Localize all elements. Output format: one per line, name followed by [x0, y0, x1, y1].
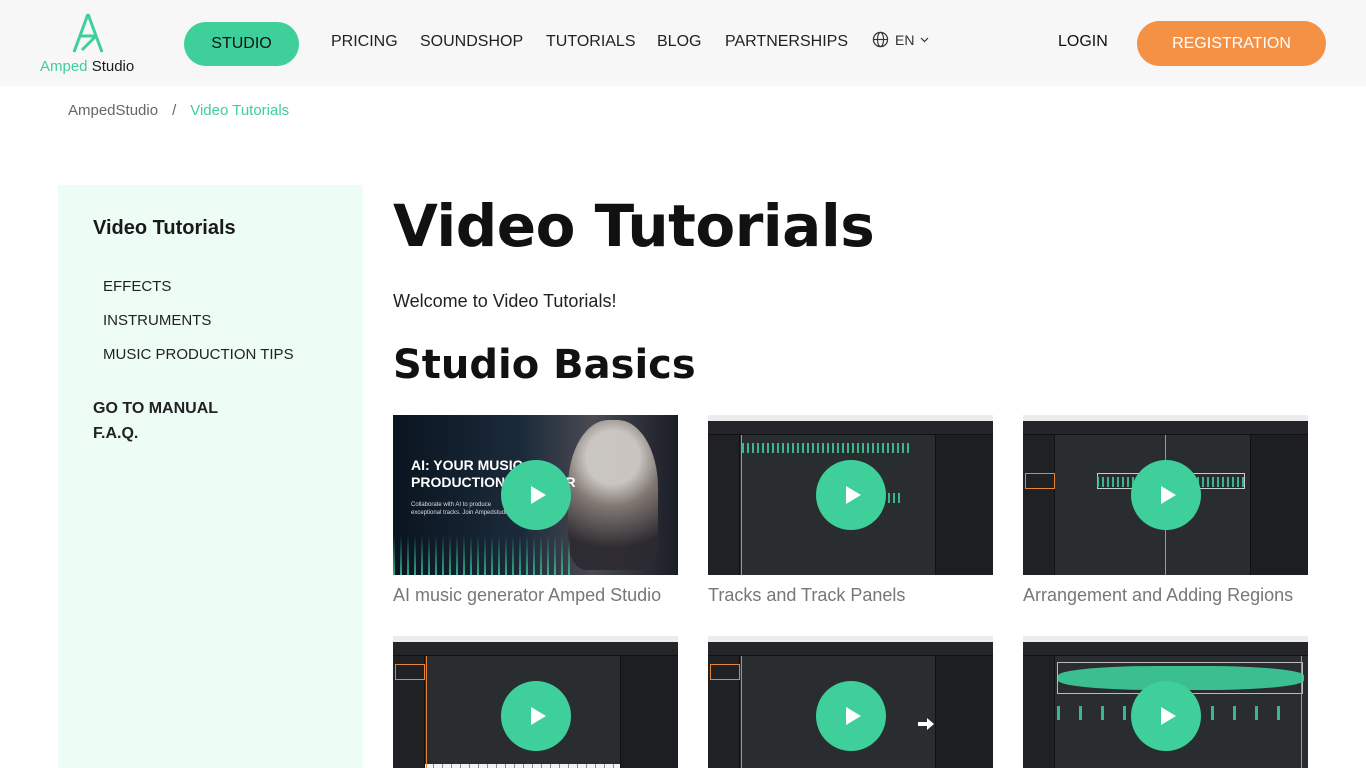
video-caption[interactable]: AI music generator Amped Studio — [393, 585, 678, 606]
site-header: Amped Studio STUDIO PRICING SOUNDSHOP TU… — [0, 0, 1366, 86]
play-icon[interactable] — [1131, 681, 1201, 751]
video-card[interactable] — [1023, 636, 1308, 768]
breadcrumb-home[interactable]: AmpedStudio — [68, 102, 158, 119]
equalizer-graphic — [393, 535, 573, 575]
sidebar: Video Tutorials EFFECTS INSTRUMENTS MUSI… — [58, 185, 363, 768]
video-thumbnail[interactable]: AI: YOUR MUSIC PRODUCTION PARTNER Collab… — [393, 415, 678, 575]
video-card[interactable] — [708, 636, 993, 768]
browser-panel — [1250, 435, 1308, 575]
browser-panel — [935, 435, 993, 575]
welcome-text: Welcome to Video Tutorials! — [393, 291, 617, 311]
sidebar-item-effects[interactable]: EFFECTS — [103, 278, 171, 295]
sidebar-item-instruments[interactable]: INSTRUMENTS — [103, 312, 211, 329]
browser-panel — [620, 656, 678, 768]
piano-keyboard — [425, 764, 620, 768]
logo[interactable]: Amped Studio — [40, 12, 140, 76]
breadcrumb-separator: / — [172, 102, 177, 119]
chevron-down-icon — [921, 37, 929, 42]
video-caption[interactable]: Arrangement and Adding Regions — [1023, 585, 1308, 606]
playhead — [741, 435, 742, 575]
robot-image — [568, 420, 658, 570]
studio-toolbar — [708, 421, 993, 435]
track-header — [710, 664, 740, 680]
track-panel — [708, 435, 740, 575]
go-to-manual-link[interactable]: GO TO MANUAL — [93, 400, 218, 418]
play-icon[interactable] — [816, 460, 886, 530]
video-thumbnail[interactable] — [708, 415, 993, 575]
registration-button[interactable]: REGISTRATION — [1137, 21, 1326, 66]
logo-text: Amped Studio — [40, 58, 135, 75]
track-panel — [1023, 435, 1055, 575]
globe-icon — [872, 31, 889, 48]
cursor-arrow-icon — [918, 718, 934, 730]
play-icon[interactable] — [501, 681, 571, 751]
studio-toolbar — [1023, 642, 1308, 656]
video-card[interactable] — [393, 636, 678, 768]
studio-toolbar — [1023, 421, 1308, 435]
video-thumbnail[interactable] — [708, 636, 993, 768]
video-caption[interactable]: Tracks and Track Panels — [708, 585, 993, 606]
play-icon[interactable] — [816, 681, 886, 751]
video-thumbnail[interactable] — [393, 636, 678, 768]
sidebar-item-music-production-tips[interactable]: MUSIC PRODUCTION TIPS — [103, 346, 294, 363]
faq-link[interactable]: F.A.Q. — [93, 425, 138, 443]
section-title: Studio Basics — [393, 342, 696, 388]
nav-partnerships[interactable]: PARTNERSHIPS — [725, 33, 848, 51]
audio-region — [742, 443, 912, 453]
video-thumbnail[interactable] — [1023, 415, 1308, 575]
logo-icon — [72, 13, 104, 53]
studio-toolbar — [708, 642, 993, 656]
play-icon[interactable] — [1131, 460, 1201, 530]
video-card[interactable]: Arrangement and Adding Regions — [1023, 415, 1308, 606]
playhead — [741, 656, 742, 768]
browser-panel — [935, 656, 993, 768]
video-thumbnail[interactable] — [1023, 636, 1308, 768]
language-selector[interactable]: EN — [872, 31, 929, 48]
nav-tutorials[interactable]: TUTORIALS — [546, 33, 636, 51]
login-link[interactable]: LOGIN — [1058, 33, 1108, 51]
nav-soundshop[interactable]: SOUNDSHOP — [420, 33, 523, 51]
nav-pricing[interactable]: PRICING — [331, 33, 398, 51]
track-panel — [1023, 656, 1055, 768]
language-label: EN — [895, 31, 915, 48]
nav-blog[interactable]: BLOG — [657, 33, 701, 51]
breadcrumb: AmpedStudio / Video Tutorials — [68, 102, 289, 119]
playhead — [426, 656, 427, 768]
sidebar-title: Video Tutorials — [93, 217, 236, 239]
video-card[interactable]: Tracks and Track Panels — [708, 415, 993, 606]
studio-toolbar — [393, 642, 678, 656]
video-card[interactable]: AI: YOUR MUSIC PRODUCTION PARTNER Collab… — [393, 415, 678, 606]
play-icon[interactable] — [501, 460, 571, 530]
playhead — [1301, 656, 1302, 768]
track-header — [395, 664, 425, 680]
track-header — [1025, 473, 1055, 489]
page-title: Video Tutorials — [393, 192, 875, 260]
breadcrumb-current[interactable]: Video Tutorials — [190, 102, 289, 119]
studio-button[interactable]: STUDIO — [184, 22, 299, 66]
